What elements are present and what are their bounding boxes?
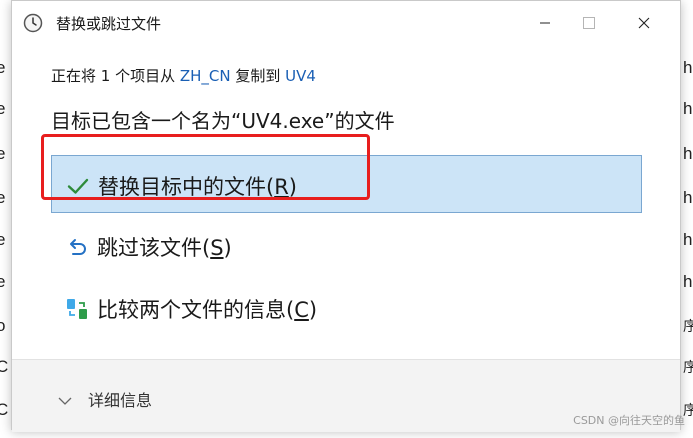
- bg-char: e: [0, 58, 6, 77]
- bg-char: h: [683, 144, 693, 163]
- maximize-button: [566, 1, 612, 45]
- summary-middle: 复制到: [230, 67, 286, 85]
- dialog-title: 替换或跳过文件: [56, 15, 162, 33]
- replace-or-skip-dialog: 替换或跳过文件 正在将 1 个项目从 ZH_CN 复制到 UV4 目标已包含一个…: [11, 0, 681, 432]
- background-window-left-edge: e e e e e e o C C: [0, 0, 11, 438]
- conflict-message: 目标已包含一个名为“UV4.exe”的文件: [51, 109, 395, 133]
- checkmark-icon: [66, 174, 90, 198]
- bg-char: C: [0, 357, 9, 376]
- dialog-content: 正在将 1 个项目从 ZH_CN 复制到 UV4 目标已包含一个名为“UV4.e…: [12, 45, 680, 359]
- csdn-watermark: CSDN @向往天空的鱼: [573, 414, 685, 427]
- replace-file-label: 替换目标中的文件(R): [98, 175, 297, 199]
- chevron-down-icon[interactable]: [58, 391, 72, 410]
- bg-char: e: [0, 144, 6, 163]
- summary-prefix: 正在将 1 个项目从: [51, 67, 180, 85]
- bg-char: e: [0, 188, 6, 207]
- bg-char: e: [0, 99, 6, 118]
- skip-file-option[interactable]: 跳过该文件(S): [51, 217, 642, 275]
- compare-files-label: 比较两个文件的信息(C): [97, 298, 318, 322]
- bg-char: h: [683, 188, 693, 207]
- bg-char: e: [0, 272, 6, 291]
- destination-folder-link[interactable]: UV4: [285, 67, 316, 85]
- bg-char: 序: [683, 359, 693, 375]
- clock-icon: [23, 13, 43, 33]
- bg-char: h: [683, 272, 693, 291]
- bg-char: e: [0, 230, 6, 249]
- compare-icon: [65, 297, 89, 321]
- bg-char: o: [0, 316, 6, 335]
- skip-file-label: 跳过该文件(S): [97, 236, 232, 260]
- close-button[interactable]: [621, 1, 667, 45]
- bg-char: 序: [683, 318, 693, 334]
- title-bar[interactable]: 替换或跳过文件: [12, 1, 680, 45]
- minimize-button[interactable]: [522, 1, 568, 45]
- background-window-right-edge: h h h h h h 序 序 序: [681, 0, 693, 438]
- bg-char: h: [683, 99, 693, 118]
- compare-files-option[interactable]: 比较两个文件的信息(C): [51, 279, 642, 337]
- bg-char: h: [683, 230, 693, 249]
- more-details-toggle[interactable]: 详细信息: [88, 387, 152, 411]
- undo-icon: [65, 235, 89, 259]
- bg-char: C: [0, 400, 9, 419]
- copy-summary: 正在将 1 个项目从 ZH_CN 复制到 UV4: [51, 65, 316, 86]
- source-folder-link[interactable]: ZH_CN: [180, 67, 231, 85]
- replace-file-option[interactable]: 替换目标中的文件(R): [51, 155, 642, 213]
- bg-char: h: [683, 58, 693, 77]
